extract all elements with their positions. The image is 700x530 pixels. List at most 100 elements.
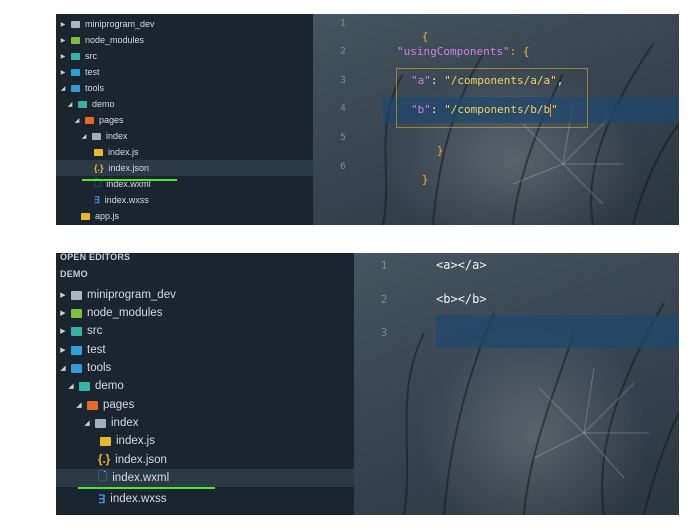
tree-item-label: app.js <box>95 211 120 221</box>
js-file-icon <box>94 148 103 156</box>
collapsed-arrow-icon: ▶ <box>60 37 66 44</box>
file-explorer-sidebar: ▶ miniprogram_dev ▶ node_modules ▶ src ▶… <box>56 14 313 225</box>
code-token: } <box>421 173 429 186</box>
tree-item-index-folder[interactable]: ◢ index <box>81 128 128 144</box>
code-editor[interactable]: 1 2 3 <a></a> <b></b> <box>354 253 679 515</box>
json-file-icon: {.} <box>94 163 104 173</box>
project-header[interactable]: DEMO <box>60 269 88 279</box>
line-number: 2 <box>340 46 346 57</box>
folder-src-icon <box>71 52 80 60</box>
tree-item-index-wxss[interactable]: ∃ index.wxss <box>94 192 149 208</box>
folder-test-icon <box>71 68 80 76</box>
code-token: "a" <box>411 74 431 87</box>
folder-open-icon <box>71 84 80 92</box>
tree-item-tools[interactable]: ◢ tools <box>60 80 104 96</box>
code-editor[interactable]: 1 2 3 4 5 6 { "usingComponents": { "a": … <box>313 14 679 225</box>
tree-item-label: miniprogram_dev <box>85 19 155 29</box>
code-token: : <box>430 74 445 87</box>
screenshot-json-editor: ▶ miniprogram_dev ▶ node_modules ▶ src ▶… <box>56 14 679 225</box>
expanded-arrow-icon: ◢ <box>60 85 66 92</box>
tree-item-pages[interactable]: ◢ pages <box>74 112 124 128</box>
tree-item-label: index.json <box>115 454 167 466</box>
annotation-underline <box>78 487 215 489</box>
tree-item-pages[interactable]: ◢ pages <box>76 396 134 414</box>
line-number-gutter: 1 2 3 4 5 6 <box>313 14 373 225</box>
tree-item-tools[interactable]: ◢ tools <box>60 359 111 377</box>
wxss-file-icon: ∃ <box>98 494 106 506</box>
code-token: : <box>430 103 445 116</box>
tree-item-src[interactable]: ▶ src <box>60 48 97 64</box>
collapsed-arrow-icon: ▶ <box>60 292 66 299</box>
js-file-icon <box>81 212 90 220</box>
tree-item-node-modules[interactable]: ▶ node_modules <box>60 304 162 322</box>
tree-item-label: test <box>87 344 106 356</box>
tree-item-index-wxss[interactable]: ∃ index.wxss <box>98 490 167 508</box>
code-token: " <box>551 103 558 116</box>
tree-item-demo[interactable]: ◢ demo <box>68 377 124 395</box>
folder-node-icon <box>71 36 80 44</box>
code-token: { <box>421 30 429 43</box>
folder-test-icon <box>71 345 82 355</box>
tree-item-app-js[interactable]: app.js <box>81 208 119 224</box>
expanded-arrow-icon: ◢ <box>76 402 82 409</box>
tree-item-miniprogram-dev[interactable]: ▶ miniprogram_dev <box>60 286 176 304</box>
folder-icon <box>71 290 82 300</box>
tree-item-index-js[interactable]: index.js <box>94 144 139 160</box>
tree-item-label: test <box>85 67 100 77</box>
tree-item-label: index.wxss <box>104 195 149 205</box>
tree-item-index-wxml[interactable]: 🗋 index.wxml <box>56 469 354 487</box>
code-token: } <box>436 144 444 157</box>
collapsed-arrow-icon: ▶ <box>60 328 66 335</box>
tree-item-index-json[interactable]: {.} index.json <box>98 451 167 469</box>
tree-item-label: tools <box>85 83 105 93</box>
tree-item-demo[interactable]: ◢ demo <box>67 96 115 112</box>
tree-item-label: miniprogram_dev <box>87 289 176 301</box>
annotation-underline <box>82 179 177 181</box>
tree-item-label: demo <box>95 380 124 392</box>
tree-item-label: src <box>87 325 103 337</box>
tree-item-node-modules[interactable]: ▶ node_modules <box>60 32 144 48</box>
line-number: 3 <box>380 326 388 339</box>
tree-item-index-js[interactable]: index.js <box>100 432 155 450</box>
code-token: "/components/b/b <box>444 103 551 116</box>
tree-item-index-folder[interactable]: ◢ index <box>84 414 138 432</box>
js-file-icon <box>100 436 111 446</box>
folder-icon <box>71 20 80 28</box>
tree-item-label: index.json <box>108 163 150 173</box>
open-editors-header[interactable]: OPEN EDITORS <box>60 253 130 262</box>
expanded-arrow-icon: ◢ <box>67 101 73 108</box>
line-number-gutter: 1 2 3 <box>354 253 414 515</box>
tree-item-label: tools <box>87 362 112 374</box>
expanded-arrow-icon: ◢ <box>60 365 66 372</box>
tree-item-miniprogram-dev[interactable]: ▶ miniprogram_dev <box>60 16 155 32</box>
line-number: 1 <box>380 259 388 272</box>
folder-open-icon <box>92 132 101 140</box>
tree-item-label: node_modules <box>85 35 145 45</box>
expanded-arrow-icon: ◢ <box>74 117 80 124</box>
tree-item-label: index.wxss <box>110 493 167 505</box>
tree-item-label: index.js <box>116 435 155 447</box>
tree-item-src[interactable]: ▶ src <box>60 322 102 340</box>
collapsed-arrow-icon: ▶ <box>60 310 66 317</box>
tree-item-test[interactable]: ▶ test <box>60 64 100 80</box>
folder-open-icon <box>85 116 94 124</box>
json-file-icon: {.} <box>98 454 111 466</box>
screenshot-wxml-editor: OPEN EDITORS DEMO ▶ miniprogram_dev ▶ no… <box>56 253 679 515</box>
expanded-arrow-icon: ◢ <box>81 133 87 140</box>
wxml-file-icon: 🗋 <box>98 470 108 483</box>
line-number: 2 <box>380 293 388 306</box>
line-number: 5 <box>340 132 346 143</box>
tree-item-index-json[interactable]: {.} index.json <box>56 160 313 176</box>
line-number: 6 <box>340 161 346 172</box>
current-line-highlight <box>436 315 679 348</box>
folder-open-icon <box>78 100 87 108</box>
code-token: "/components/a/a" <box>444 74 557 87</box>
tree-item-test[interactable]: ▶ test <box>60 341 106 359</box>
code-token: "b" <box>411 103 431 116</box>
tree-item-label: index <box>106 131 128 141</box>
code-line-2: <b></b> <box>436 292 487 306</box>
code-token: , <box>556 74 564 87</box>
tree-item-label: pages <box>99 115 124 125</box>
collapsed-arrow-icon: ▶ <box>60 53 66 60</box>
code-token: "usingComponents" <box>397 45 510 58</box>
